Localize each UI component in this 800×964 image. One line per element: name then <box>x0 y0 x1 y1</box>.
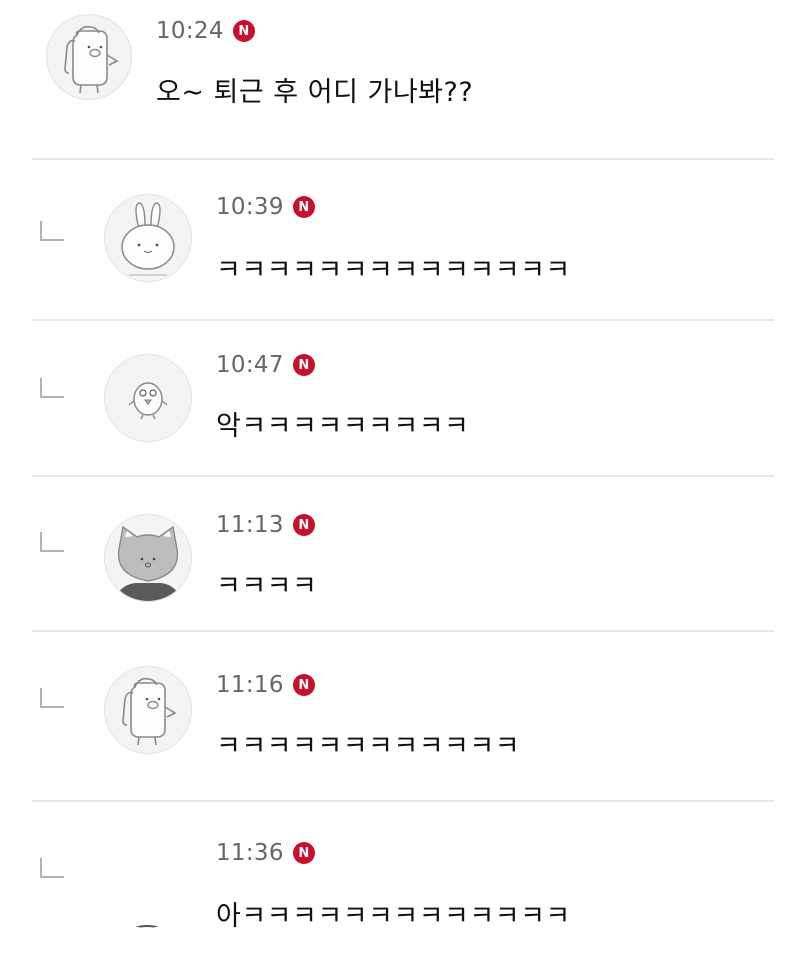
new-badge-icon: N <box>232 20 255 42</box>
comment-item: 10:24 N 오~ 퇴근 후 어디 가나봐?? <box>0 0 800 160</box>
reply-arrow-icon <box>40 858 64 878</box>
comment-text: ㅋㅋㅋㅋㅋㅋㅋㅋㅋㅋㅋㅋ <box>216 731 521 762</box>
comment-time: 10:47 <box>216 352 284 378</box>
comment-meta: 10:24 N <box>156 16 255 46</box>
new-badge-icon: N <box>292 354 315 376</box>
reply-arrow-icon <box>40 378 64 398</box>
comment-thread: 10:24 N 오~ 퇴근 후 어디 가나봐?? 10:39 N ㅋㅋㅋㅋㅋㅋㅋ… <box>0 0 800 964</box>
comment-text: ㅋㅋㅋㅋ <box>216 571 318 602</box>
comment-time: 10:24 <box>156 18 224 44</box>
reply-item: 11:13 N ㅋㅋㅋㅋ <box>0 476 800 630</box>
comment-meta: 10:39 N <box>216 192 315 222</box>
reply-item: 11:16 N ㅋㅋㅋㅋㅋㅋㅋㅋㅋㅋㅋㅋ <box>0 632 800 800</box>
comment-time: 11:16 <box>216 672 284 698</box>
cat-character-avatar[interactable] <box>104 514 192 602</box>
chick-character-avatar[interactable] <box>104 354 192 442</box>
comment-meta: 11:13 N <box>216 510 315 540</box>
comment-meta: 10:47 N <box>216 350 315 380</box>
new-badge-icon: N <box>292 514 315 536</box>
comment-time: 11:36 <box>216 840 284 866</box>
reply-item: 10:47 N 악ㅋㅋㅋㅋㅋㅋㅋㅋㅋ <box>0 320 800 476</box>
reply-arrow-icon <box>40 688 64 708</box>
new-badge-icon: N <box>292 842 315 864</box>
blank-avatar[interactable] <box>104 842 190 928</box>
comment-text: ㅋㅋㅋㅋㅋㅋㅋㅋㅋㅋㅋㅋㅋㅋ <box>216 255 571 286</box>
comment-text: 아ㅋㅋㅋㅋㅋㅋㅋㅋㅋㅋㅋㅋㅋ <box>216 901 571 932</box>
new-badge-icon: N <box>292 674 315 696</box>
reply-arrow-icon <box>40 221 64 241</box>
rabbit-character-avatar[interactable] <box>104 194 192 282</box>
comment-text: 오~ 퇴근 후 어디 가나봐?? <box>156 77 474 108</box>
comment-time: 11:13 <box>216 512 284 538</box>
new-badge-icon: N <box>292 196 315 218</box>
reply-item: 10:39 N ㅋㅋㅋㅋㅋㅋㅋㅋㅋㅋㅋㅋㅋㅋ <box>0 160 800 320</box>
comment-text: 악ㅋㅋㅋㅋㅋㅋㅋㅋㅋ <box>216 411 470 442</box>
pig-character-avatar[interactable] <box>104 666 192 754</box>
comment-time: 10:39 <box>216 194 284 220</box>
reply-item: 11:36 N 아ㅋㅋㅋㅋㅋㅋㅋㅋㅋㅋㅋㅋㅋ <box>0 802 800 964</box>
reply-arrow-icon <box>40 532 64 552</box>
pig-character-avatar[interactable] <box>46 14 132 100</box>
comment-meta: 11:36 N <box>216 838 315 868</box>
comment-meta: 11:16 N <box>216 670 315 700</box>
